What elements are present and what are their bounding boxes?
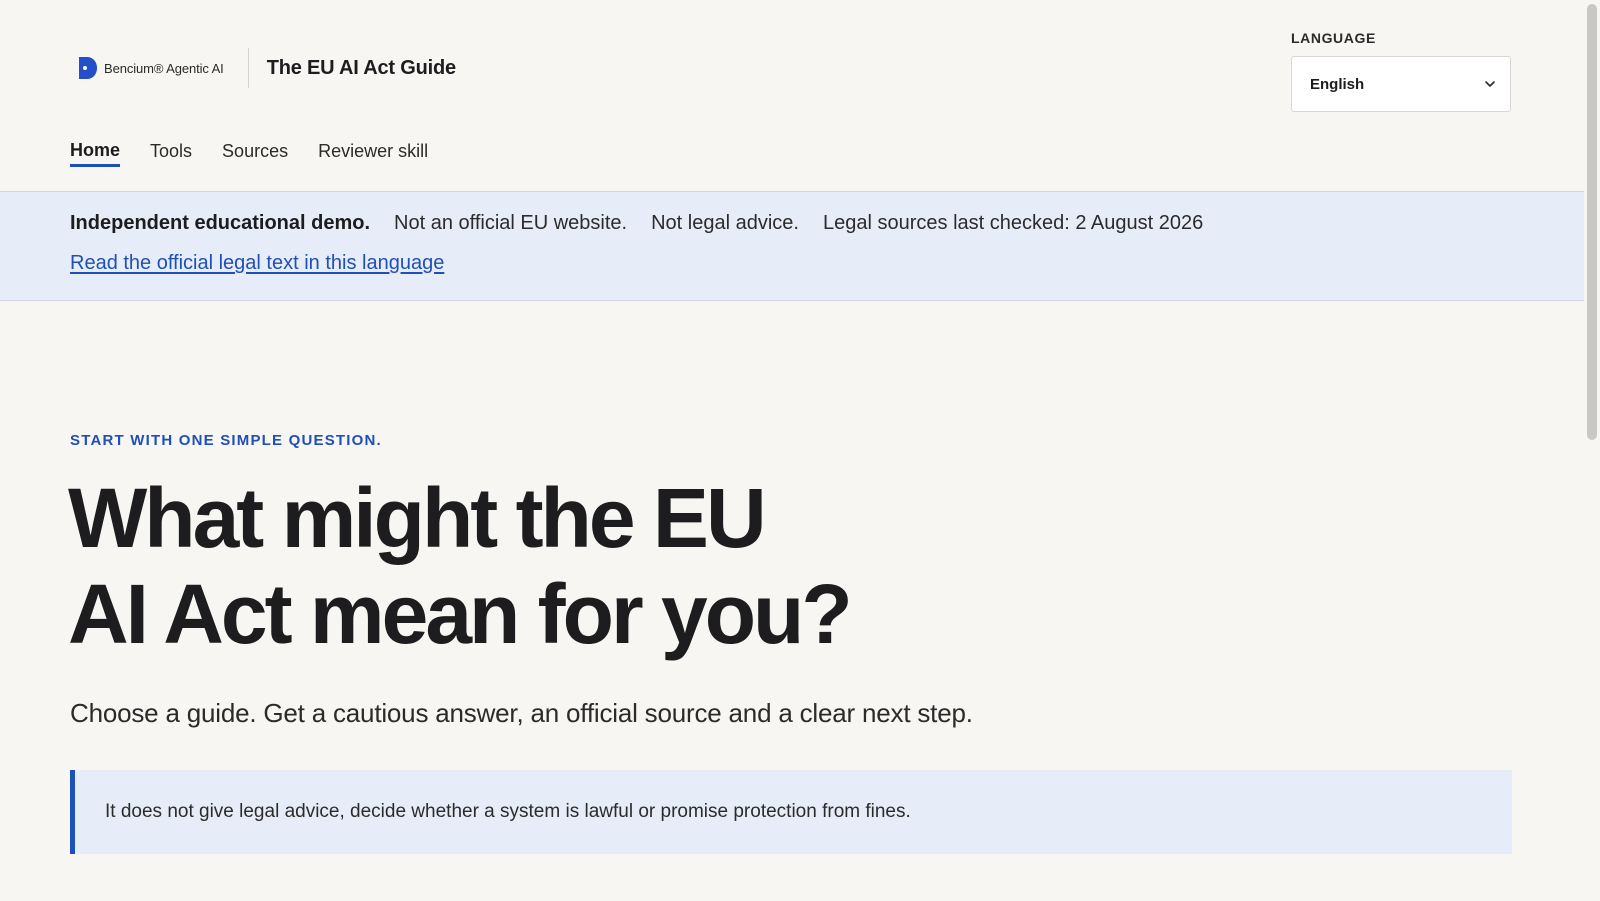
site-title: The EU AI Act Guide [266,56,456,79]
header-divider [247,48,249,88]
language-selected-value: English [1310,75,1365,93]
page: Bencium® Agentic AI The EU AI Act Guide … [0,0,1600,901]
nav-item-sources[interactable]: Sources [222,141,288,165]
page-scrollbar[interactable] [1584,0,1600,901]
brand-name: Bencium® Agentic AI [104,60,224,76]
disclaimer-not-official: Not an official EU website. [394,212,628,234]
disclaimer-last-checked: Legal sources last checked: 2 August 202… [822,212,1204,234]
hero-callout-text: It does not give legal advice, decide wh… [105,801,911,822]
hero-subtitle: Choose a guide. Get a cautious answer, a… [70,698,973,728]
hero-title: What might the EU AI Act mean for you? [68,470,1068,662]
disclaimer-strong: Independent educational demo. [70,212,371,234]
main-content: Bencium® Agentic AI The EU AI Act Guide … [0,0,1584,901]
language-select[interactable]: English [1291,56,1511,112]
primary-nav: Home Tools Sources Reviewer skill [70,138,458,168]
official-legal-text-link[interactable]: Read the official legal text in this lan… [70,252,444,275]
disclaimer-banner: Independent educational demo. Not an off… [0,191,1584,301]
nav-item-reviewer-skill[interactable]: Reviewer skill [318,141,428,165]
nav-item-home[interactable]: Home [70,140,121,167]
language-label: LANGUAGE [1291,30,1376,46]
nav-item-tools[interactable]: Tools [150,141,192,165]
brand-link[interactable]: Bencium® Agentic AI The EU AI Act Guide [76,48,456,88]
scrollbar-thumb[interactable] [1587,4,1597,440]
chevron-down-icon [1484,78,1496,90]
disclaimer-line: Independent educational demo. Not an off… [70,212,1227,235]
hero-title-line-2: AI Act mean for you? [68,567,853,661]
hero-title-line-1: What might the EU [68,471,767,565]
bencium-logo-icon [76,55,98,81]
hero-callout: It does not give legal advice, decide wh… [70,770,1512,854]
language-selector: LANGUAGE English [1291,28,1511,112]
hero-eyebrow: START WITH ONE SIMPLE QUESTION. [70,432,382,449]
site-header: Bencium® Agentic AI The EU AI Act Guide … [0,0,1584,190]
disclaimer-not-legal-advice: Not legal advice. [651,212,799,234]
